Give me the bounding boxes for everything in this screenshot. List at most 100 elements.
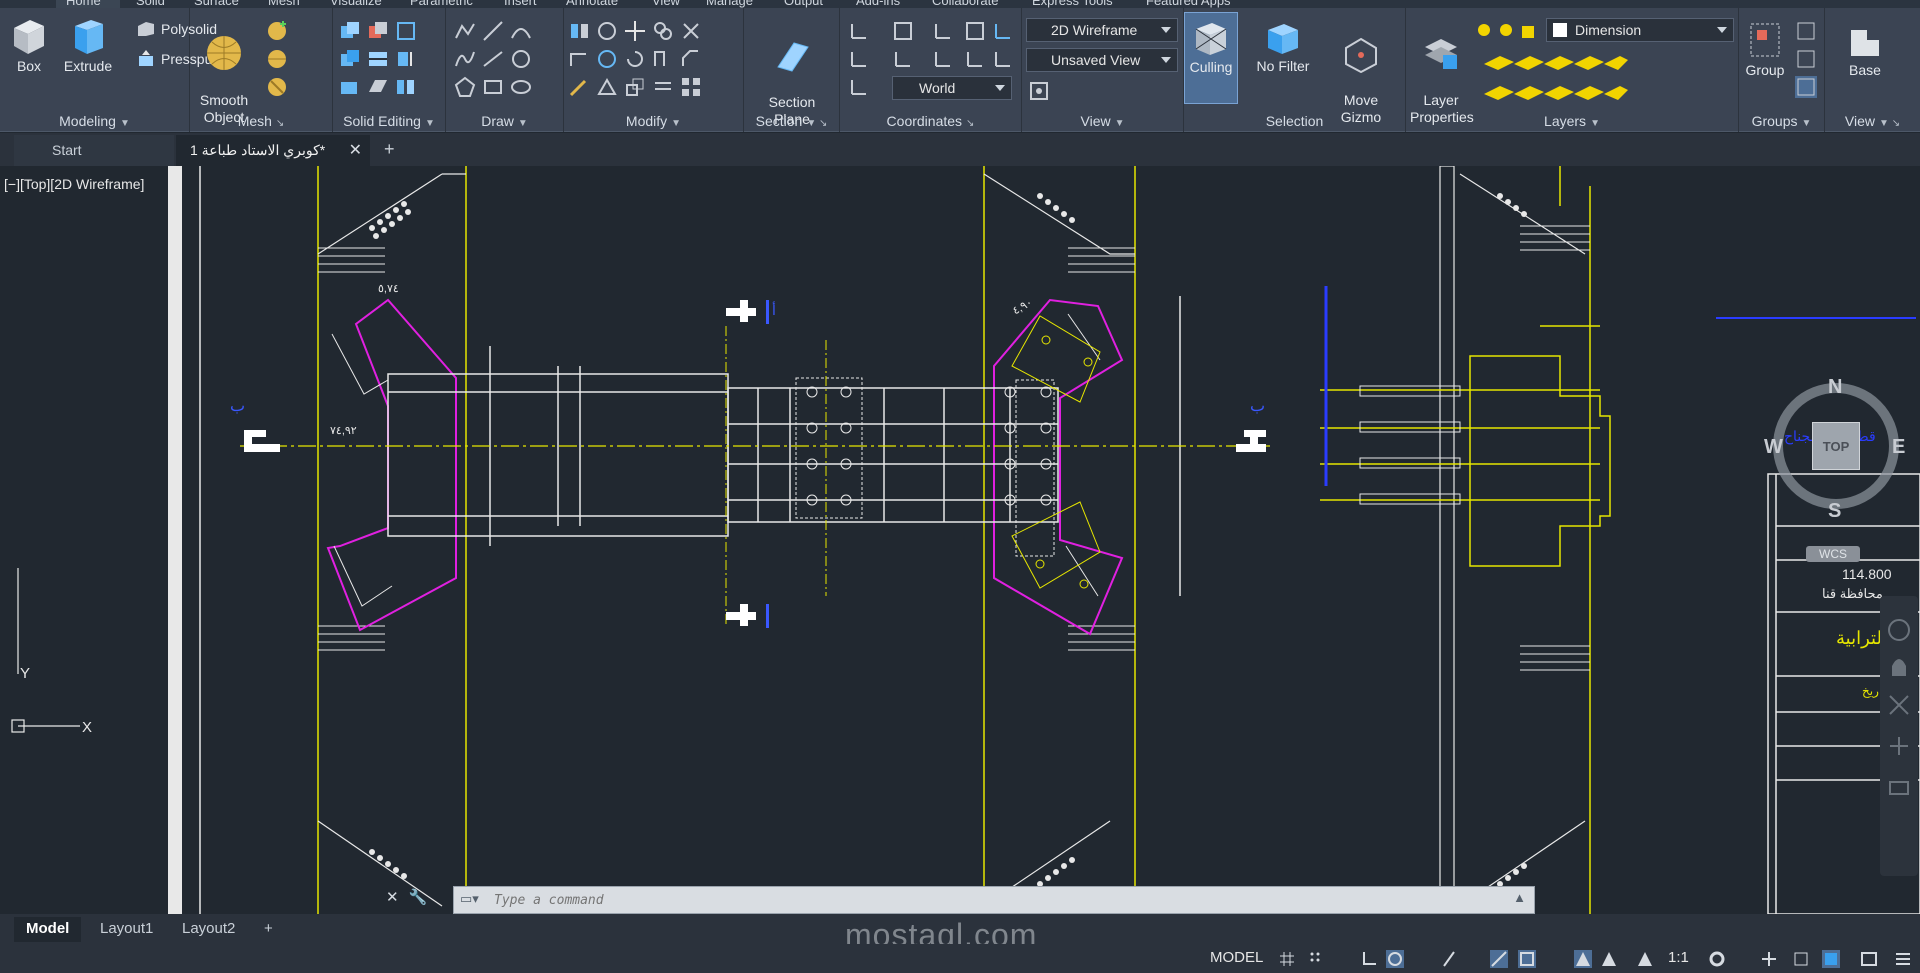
array-icon[interactable] <box>680 76 702 98</box>
wcs-menu[interactable]: WCS <box>1806 546 1860 562</box>
edit-icon[interactable] <box>568 76 590 98</box>
solid-editing-panel-title[interactable]: Solid Editing ▼ <box>333 113 445 129</box>
compass-north[interactable]: N <box>1828 376 1842 399</box>
draw-panel-title[interactable]: Draw ▼ <box>446 113 563 129</box>
mirror-icon[interactable] <box>568 20 590 42</box>
annotation-scale-icon[interactable] <box>1636 950 1654 968</box>
command-line[interactable]: ▭▾ ▲ <box>453 886 1535 914</box>
ellipse-icon[interactable] <box>510 76 532 98</box>
menu-tab-manage[interactable]: Manage <box>706 0 753 8</box>
spline-icon[interactable] <box>454 48 476 70</box>
ucs-icon[interactable] <box>848 20 870 42</box>
close-command-line-icon[interactable]: ✕ <box>386 888 399 906</box>
command-input[interactable] <box>494 890 1394 910</box>
polygon-icon[interactable] <box>454 76 476 98</box>
stretch-icon[interactable] <box>652 48 674 70</box>
ucs-x-icon[interactable] <box>892 48 914 70</box>
model-space-toggle[interactable]: MODEL <box>1210 949 1263 966</box>
group-button[interactable]: Group <box>1741 20 1789 79</box>
groups-panel-title[interactable]: Groups ▼ <box>1739 113 1824 129</box>
arc-icon[interactable] <box>510 20 532 42</box>
ungroup-icon[interactable] <box>1795 20 1817 42</box>
ucs-object-icon[interactable] <box>992 20 1014 42</box>
rotate-icon[interactable] <box>624 48 646 70</box>
move-icon[interactable] <box>624 20 646 42</box>
group-select-icon[interactable] <box>1795 76 1817 98</box>
tab-layout1[interactable]: Layout1 <box>88 917 165 942</box>
tab-start[interactable]: Start <box>14 135 174 166</box>
polyline-icon[interactable] <box>454 20 476 42</box>
snap-icon[interactable] <box>1308 950 1326 968</box>
annotation-monitor-icon[interactable] <box>1760 950 1778 968</box>
menu-tab-solid[interactable]: Solid <box>136 0 165 8</box>
extract-edges-icon[interactable] <box>395 48 417 70</box>
tab-model[interactable]: Model <box>14 917 82 942</box>
ucs-icon-props-icon[interactable] <box>848 76 870 98</box>
copy-icon[interactable] <box>652 20 674 42</box>
3d-rotate-icon[interactable] <box>596 48 618 70</box>
grid-icon[interactable] <box>1278 950 1296 968</box>
fillet-icon[interactable] <box>568 48 590 70</box>
viewcube-top-face[interactable]: TOP <box>1812 422 1860 470</box>
smooth-object-button[interactable]: Smooth Object <box>194 16 254 126</box>
slice-icon[interactable] <box>367 48 389 70</box>
compass-south[interactable]: S <box>1828 500 1841 523</box>
layer-properties-button[interactable]: Layer Properties <box>1410 16 1474 126</box>
ucs-origin-icon[interactable] <box>848 48 870 70</box>
object-snap-icon[interactable] <box>1518 950 1536 968</box>
move-gizmo-button[interactable]: Move Gizmo <box>1324 20 1398 126</box>
viewcube[interactable]: N S W E TOP <box>1764 376 1905 528</box>
no-filter-button[interactable]: No Filter <box>1248 20 1318 75</box>
menu-tab-home[interactable]: Home <box>66 0 101 8</box>
offset-icon[interactable] <box>652 76 674 98</box>
isodraft-icon[interactable] <box>1440 950 1458 968</box>
layer-tools-icons[interactable] <box>1478 50 1628 104</box>
clean-screen-icon[interactable] <box>1860 950 1878 968</box>
line-edit-icon[interactable] <box>482 20 504 42</box>
circle-icon[interactable] <box>510 48 532 70</box>
align-icon[interactable] <box>596 20 618 42</box>
mesh-crease-icon[interactable] <box>266 76 288 98</box>
drawing-viewport[interactable]: Y X [−][Top][2D Wireframe] ٥,٧٤ ٧٤,٩٢ ٤,… <box>0 166 1920 914</box>
culling-button[interactable]: Culling <box>1184 12 1238 104</box>
extrude-button[interactable]: Extrude <box>60 16 116 75</box>
menu-tab-collaborate[interactable]: Collaborate <box>932 0 999 8</box>
rectangle-icon[interactable] <box>482 76 504 98</box>
polar-icon[interactable] <box>1386 950 1404 968</box>
annotation-visibility-icon[interactable] <box>1574 950 1592 968</box>
close-tab-icon[interactable]: ✕ <box>349 140 362 160</box>
customize-icon[interactable]: 🔧 <box>409 888 428 906</box>
section-plane-button[interactable]: Section Plane <box>752 20 832 128</box>
tab-drawing[interactable]: كوبري الاستاد طباعة 1* ✕ <box>176 135 370 166</box>
navigation-bar[interactable] <box>1880 596 1918 876</box>
quick-properties-icon[interactable] <box>1822 950 1840 968</box>
named-view-dropdown[interactable]: Unsaved View <box>1026 48 1178 72</box>
box-button[interactable]: Box <box>6 16 52 75</box>
chamfer-icon[interactable] <box>680 48 702 70</box>
mesh-panel-title[interactable]: Mesh ↘ <box>190 113 332 129</box>
ucs-view-icon[interactable] <box>964 20 986 42</box>
view-panel-title[interactable]: View ▼ <box>1022 113 1183 129</box>
3d-align-icon[interactable] <box>596 76 618 98</box>
intersect-icon[interactable] <box>339 48 361 70</box>
section-panel-title[interactable]: Section ▼ ↘ <box>744 113 839 129</box>
union-icon[interactable] <box>339 20 361 42</box>
command-history-icon[interactable]: ▭▾ <box>460 891 479 907</box>
ortho-icon[interactable] <box>1360 950 1378 968</box>
modeling-panel-title[interactable]: Modeling ▼ <box>0 113 189 129</box>
new-tab-icon[interactable]: + <box>384 139 395 160</box>
menu-tab-mesh[interactable]: Mesh <box>268 0 300 8</box>
base-view-panel-title[interactable]: View ▼ ↘ <box>1825 113 1920 129</box>
modify-panel-title[interactable]: Modify ▼ <box>564 113 743 129</box>
menu-tab-insert[interactable]: Insert <box>504 0 537 8</box>
tab-layout2[interactable]: Layout2 <box>170 917 247 942</box>
layer-state-icons[interactable] <box>1476 20 1546 42</box>
current-layer-dropdown[interactable]: Dimension <box>1546 18 1734 42</box>
compass-east[interactable]: E <box>1892 436 1905 459</box>
ucs-3point-icon[interactable] <box>992 48 1014 70</box>
menu-tab-parametric[interactable]: Parametric <box>410 0 473 8</box>
object-snap-tracking-icon[interactable] <box>1490 950 1508 968</box>
base-button[interactable]: Base <box>1835 24 1895 79</box>
line-icon[interactable] <box>482 48 504 70</box>
fillet-edge-icon[interactable] <box>339 76 361 98</box>
